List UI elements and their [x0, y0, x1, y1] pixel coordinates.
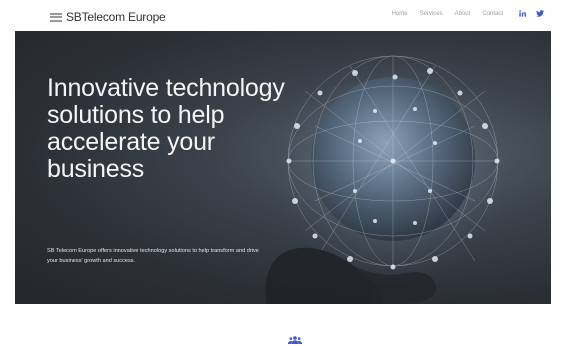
- social-links: [519, 10, 544, 17]
- main-nav: Home Services About Contact: [392, 10, 544, 17]
- nav-services[interactable]: Services: [420, 11, 443, 17]
- twitter-icon[interactable]: [536, 10, 544, 17]
- site-logo[interactable]: SBTelecom Europe: [50, 9, 166, 25]
- hero-description: SB Telecom Europe offers innovative tech…: [47, 248, 259, 264]
- logo-text: SBTelecom Europe: [66, 10, 166, 24]
- linkedin-icon[interactable]: [519, 10, 526, 17]
- hero-title: Innovative technology solutions to help …: [47, 74, 285, 183]
- nav-home[interactable]: Home: [392, 11, 408, 17]
- team-icon: [288, 336, 302, 344]
- hero-section: Innovative technology solutions to help …: [15, 31, 551, 304]
- logo-icon: [50, 12, 62, 22]
- site-header: SBTelecom Europe Home Services About Con…: [0, 0, 566, 32]
- nav-contact[interactable]: Contact: [482, 11, 503, 17]
- nav-about[interactable]: About: [455, 11, 471, 17]
